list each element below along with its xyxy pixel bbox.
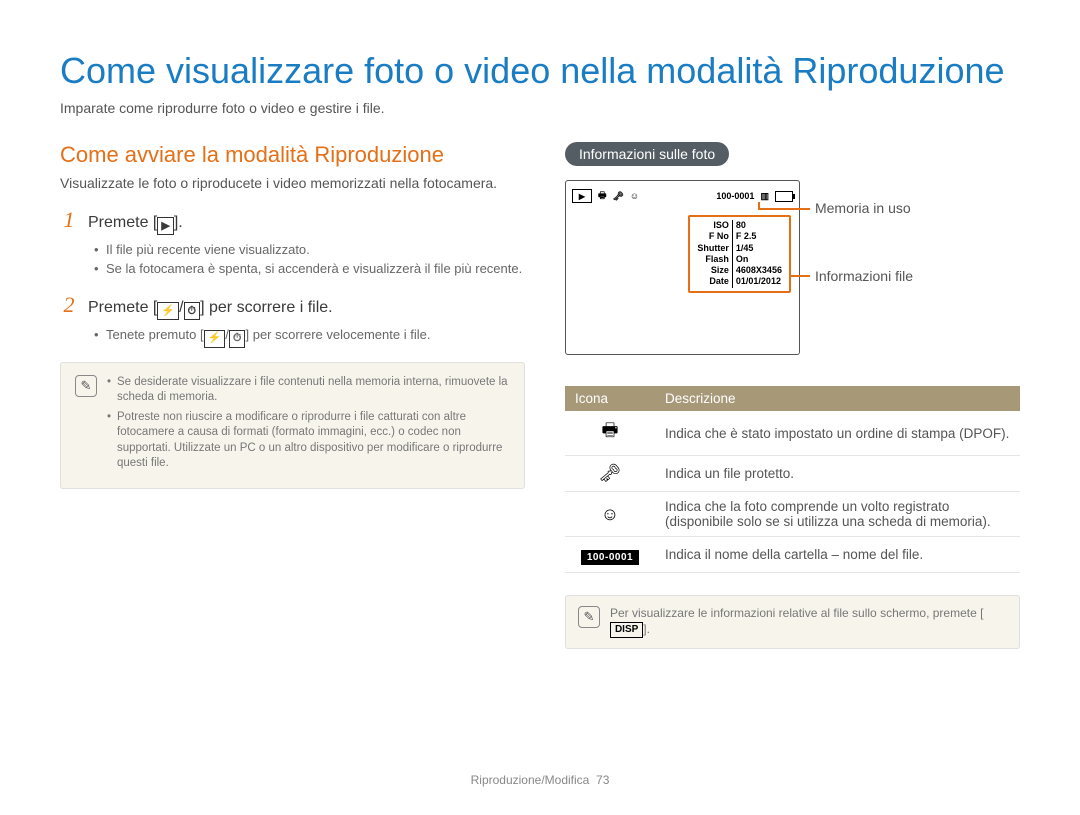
left-note-list: Se desiderate visualizzare i file conten… <box>107 375 510 476</box>
table-desc-cell: Indica che la foto comprende un volto re… <box>655 492 1020 537</box>
callout-line <box>790 275 810 277</box>
footer-section: Riproduzione/Modifica <box>471 773 590 787</box>
step-1-number: 1 <box>60 207 78 233</box>
memory-card-icon: ▥ <box>760 191 769 202</box>
page-footer: Riproduzione/Modifica 73 <box>0 773 1080 787</box>
left-note-item: Potreste non riuscire a modificare o rip… <box>107 410 510 472</box>
callout-line <box>758 208 810 210</box>
note-icon: ✎ <box>75 375 97 397</box>
timer-right-icon: ⏱ <box>229 330 246 348</box>
table-row: ☺ Indica che la foto comprende un volto … <box>565 492 1020 537</box>
table-row: 100-0001 Indica il nome della cartella –… <box>565 537 1020 573</box>
timer-right-icon: ⏱ <box>184 302 201 320</box>
file-info-box: ISO80 F NoF 2.5 Shutter1/45 FlashOn Size… <box>688 215 791 293</box>
page-intro: Imparate come riprodurre foto o video e … <box>60 100 1020 116</box>
face-registered-icon: ☺ <box>601 504 619 524</box>
icon-description-table: Icona Descrizione 🖶 Indica che è stato i… <box>565 386 1020 573</box>
step-1-bullets: Il file più recente viene visualizzato. … <box>94 241 525 277</box>
step-1-bullet: Se la fotocamera è spenta, si accenderà … <box>94 260 525 278</box>
step-2-bullets: Tenete premuto [⚡/⏱] per scorrere veloce… <box>94 326 525 348</box>
battery-icon <box>775 191 793 202</box>
right-note-text: Per visualizzare le informazioni relativ… <box>610 606 1007 638</box>
step-2-number: 2 <box>60 292 78 318</box>
table-desc-cell: Indica il nome della cartella – nome del… <box>655 537 1020 573</box>
step-1: 1 Premete [▶]. <box>60 207 525 236</box>
table-desc-cell: Indica che è stato impostato un ordine d… <box>655 411 1020 456</box>
folder-file-chip: 100-0001 <box>581 550 639 565</box>
right-column: Informazioni sulle foto ▶ 🖶 🗝 ☺ 100-0001… <box>565 142 1020 649</box>
step-1-text: Premete [▶]. <box>88 214 183 236</box>
step-1-bullet: Il file più recente viene visualizzato. <box>94 241 525 259</box>
table-row: 🖶 Indica che è stato impostato un ordine… <box>565 411 1020 456</box>
left-lead: Visualizzate le foto o riproducete i vid… <box>60 174 525 193</box>
left-column: Come avviare la modalità Riproduzione Vi… <box>60 142 525 649</box>
table-desc-cell: Indica un file protetto. <box>655 456 1020 492</box>
folder-file-label: 100-0001 <box>716 191 754 201</box>
flash-left-icon: ⚡ <box>157 302 179 320</box>
print-icon: 🖶 <box>601 420 618 440</box>
left-note-box: ✎ Se desiderate visualizzare i file cont… <box>60 362 525 489</box>
step-2-text: Premete [⚡/⏱] per scorrere i file. <box>88 299 333 321</box>
playback-mode-icon: ▶ <box>572 189 592 203</box>
right-note-box: ✎ Per visualizzare le informazioni relat… <box>565 595 1020 649</box>
table-row: 🗝 Indica un file protetto. <box>565 456 1020 492</box>
footer-page-number: 73 <box>596 773 609 787</box>
page-title: Come visualizzare foto o video nella mod… <box>60 50 1020 92</box>
step-2-bullet: Tenete premuto [⚡/⏱] per scorrere veloce… <box>94 326 525 348</box>
disp-button-icon: DISP <box>610 622 643 638</box>
info-pill: Informazioni sulle foto <box>565 142 729 166</box>
left-note-item: Se desiderate visualizzare i file conten… <box>107 375 510 406</box>
playback-button-icon: ▶ <box>157 217 173 235</box>
print-order-icon: 🖶 <box>598 188 607 204</box>
note-icon: ✎ <box>578 606 600 628</box>
face-mini-icon: ☺ <box>630 191 639 201</box>
lcd-screen: ▶ 🖶 🗝 ☺ 100-0001 ▥ ISO80 <box>565 180 800 355</box>
protected-icon: 🗝 <box>599 463 622 483</box>
table-head-icon: Icona <box>565 386 655 411</box>
protect-mini-icon: 🗝 <box>612 191 623 202</box>
callout-memory: Memoria in uso <box>815 200 911 216</box>
flash-left-icon: ⚡ <box>204 330 226 348</box>
callout-file-info: Informazioni file <box>815 268 913 284</box>
step-2: 2 Premete [⚡/⏱] per scorrere i file. <box>60 292 525 321</box>
left-subheading: Come avviare la modalità Riproduzione <box>60 142 525 168</box>
lcd-illustration: ▶ 🖶 🗝 ☺ 100-0001 ▥ ISO80 <box>565 180 1020 370</box>
table-head-desc: Descrizione <box>655 386 1020 411</box>
